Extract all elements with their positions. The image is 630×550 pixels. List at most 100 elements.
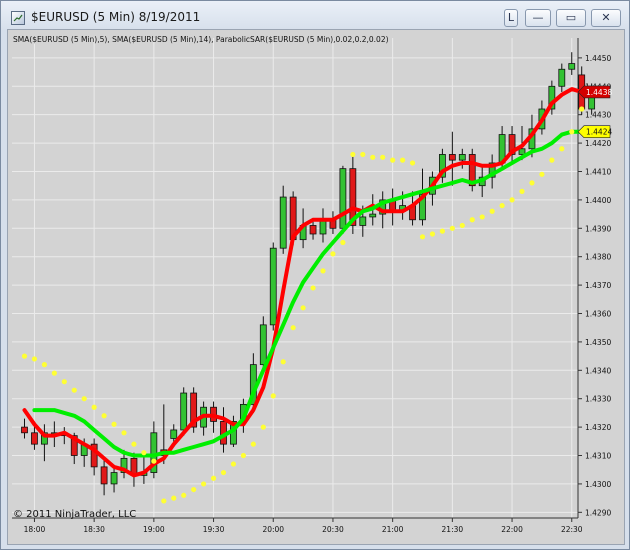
- window-title: $EURUSD (5 Min) 8/19/2011: [31, 10, 201, 24]
- sar-dot: [340, 239, 346, 246]
- sar-dot: [81, 396, 87, 402]
- y-tick-label: 1.4390: [585, 224, 611, 233]
- sar-dot: [260, 424, 266, 430]
- sar-dot: [449, 225, 455, 231]
- x-tick-label: 19:30: [203, 525, 225, 534]
- x-tick-label: 19:00: [143, 525, 165, 534]
- y-tick-label: 1.4310: [585, 452, 611, 461]
- y-tick-label: 1.4330: [585, 395, 611, 404]
- sar-dot: [220, 469, 227, 476]
- sar-dot: [121, 430, 127, 436]
- x-tick-label: 20:30: [322, 525, 344, 534]
- candle-body: [369, 213, 377, 218]
- sar-dot: [529, 180, 535, 186]
- candle-body: [279, 196, 287, 249]
- sar-dot: [191, 486, 197, 493]
- candle-body: [180, 392, 188, 431]
- y-tick-label: 1.4430: [585, 111, 611, 120]
- sar-dot: [539, 171, 545, 177]
- sar-dot: [400, 157, 406, 163]
- sar-dot: [141, 450, 147, 456]
- candle-body: [359, 216, 367, 226]
- y-tick-label: 1.4340: [585, 366, 611, 375]
- sar-dot: [419, 234, 426, 240]
- sar-dot: [499, 202, 505, 209]
- y-tick-label: 1.4360: [585, 310, 611, 319]
- price-chart[interactable]: 1.4290 1.4300 1.4310 1.4320 1.4330 1.4340 1.43…: [8, 30, 624, 544]
- sar-dot: [270, 393, 276, 399]
- sar-dot: [161, 498, 167, 504]
- close-button[interactable]: ✕: [591, 9, 621, 27]
- sma14-price-label: 1.4424: [586, 128, 612, 137]
- sar-dot: [51, 370, 57, 376]
- sar-dot: [151, 458, 157, 464]
- sar-dot: [439, 228, 445, 234]
- sar-dot: [409, 160, 416, 166]
- x-tick-label: 22:30: [561, 525, 583, 534]
- y-tick-label: 1.4420: [585, 139, 611, 148]
- chart-panel[interactable]: 1.4290 1.4300 1.4310 1.4320 1.4330 1.4340 1.43…: [7, 29, 625, 545]
- x-tick-label: 21:30: [442, 525, 464, 534]
- candle-body: [448, 154, 456, 161]
- candle-body: [558, 68, 566, 87]
- sar-dot: [290, 325, 296, 331]
- candle-body: [339, 168, 347, 229]
- sar-dot: [559, 146, 565, 152]
- candle-body: [458, 154, 466, 161]
- sar-dot: [350, 151, 356, 158]
- candle-body: [518, 148, 526, 155]
- sar-dot: [519, 188, 525, 194]
- candle-body: [170, 429, 178, 439]
- sar-dot: [310, 285, 316, 291]
- sar-dot: [230, 461, 237, 467]
- x-tick-label: 18:00: [24, 525, 46, 534]
- sar-dot: [91, 404, 97, 410]
- y-tick-label: 1.4400: [585, 196, 611, 205]
- sar-dot: [250, 441, 256, 447]
- y-tick-label: 1.4320: [585, 423, 611, 432]
- sar-dot: [380, 154, 386, 160]
- y-tick-label: 1.4350: [585, 338, 611, 347]
- maximize-button[interactable]: ▭: [556, 9, 586, 27]
- indicator-legend: SMA($EURUSD (5 Min),5), SMA($EURUSD (5 M…: [13, 35, 389, 44]
- candle-body: [568, 63, 576, 70]
- y-tick-label: 1.4370: [585, 281, 611, 290]
- minimize-button[interactable]: —: [525, 9, 551, 27]
- y-tick-label: 1.4450: [585, 54, 611, 63]
- sar-dot: [31, 356, 38, 362]
- sar-dot: [579, 106, 585, 112]
- sar-dot: [569, 129, 575, 135]
- candle-body: [309, 225, 317, 235]
- candle-body: [21, 426, 28, 434]
- candle-body: [259, 324, 267, 366]
- sar-dot: [330, 251, 336, 257]
- sar-dot: [41, 362, 48, 368]
- sar-dot: [131, 441, 137, 447]
- sar-dot: [509, 197, 515, 203]
- chart-app-icon: [11, 11, 25, 25]
- x-tick-label: 22:00: [501, 525, 523, 534]
- chart-window: $EURUSD (5 Min) 8/19/2011 L — ▭ ✕ 1.4290…: [0, 0, 630, 550]
- sar-dot: [320, 268, 326, 274]
- sar-dot: [201, 481, 207, 487]
- sar-dot: [61, 379, 67, 385]
- sar-dot: [111, 421, 117, 427]
- y-tick-label: 1.4410: [585, 167, 611, 176]
- sar-dot: [370, 154, 376, 160]
- sar-dot: [479, 214, 485, 220]
- candle-body: [31, 432, 38, 445]
- sar-dot: [280, 359, 286, 365]
- sar-dot: [360, 151, 366, 158]
- sar-dot: [469, 217, 475, 223]
- sar-dot: [71, 387, 77, 393]
- sar-dot: [489, 208, 495, 214]
- y-tick-label: 1.4300: [585, 480, 611, 489]
- sar-dot: [459, 222, 465, 229]
- sar-dot: [429, 231, 436, 237]
- layout-button[interactable]: L: [504, 9, 518, 27]
- sar-dot: [101, 413, 107, 419]
- x-tick-label: 18:30: [83, 525, 105, 534]
- sar-dot: [21, 353, 28, 359]
- sar-dot: [210, 475, 217, 481]
- x-tick-label: 21:00: [382, 525, 404, 534]
